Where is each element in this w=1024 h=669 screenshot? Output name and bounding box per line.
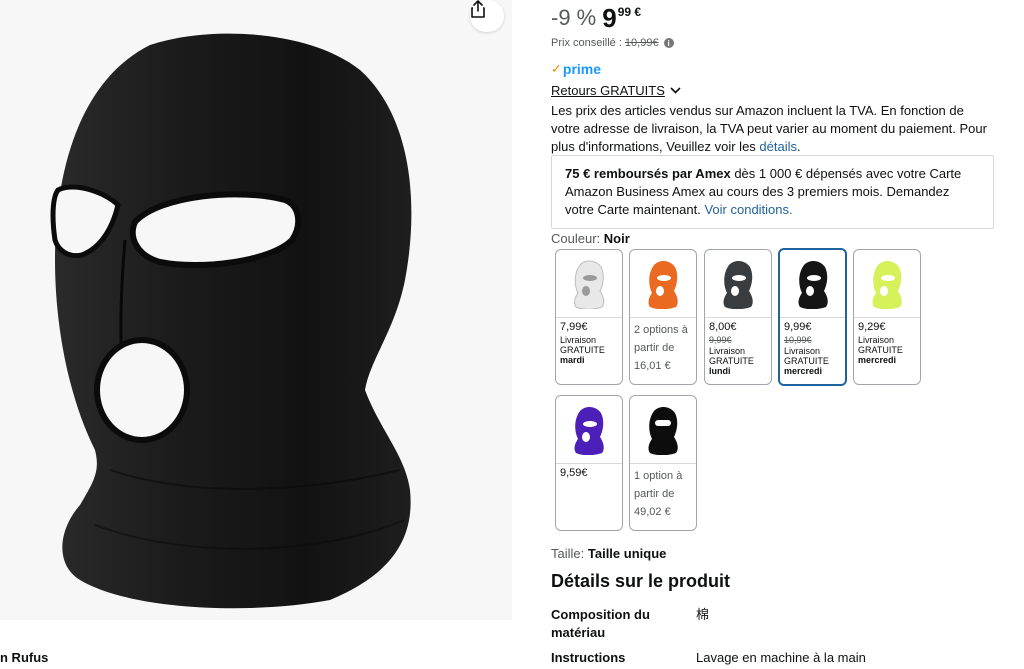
swatch-price: 9,59€ [560,467,588,479]
orange-balaclava-icon [648,260,678,309]
color-label-key: Couleur: [551,231,601,246]
swatch-price: 8,00€ [709,321,737,333]
swatch-thumbnail [556,250,622,318]
free-returns-label: Retours GRATUITS [551,83,665,98]
amex-offer-bold: 75 € remboursés par Amex [565,166,731,181]
share-icon [471,0,485,18]
color-swatch-orange[interactable]: 2 options à partir de 16,01 € [629,249,697,385]
color-swatch-black-one-hole[interactable]: 1 option à partir de 49,02 € [629,395,697,531]
swatch-options-price: 16,01 € [634,360,671,372]
price-whole: 9 [602,3,617,33]
swatch-thumbnail [630,250,696,318]
color-swatch-grey[interactable]: 8,00€ 9,99€ Livraison GRATUITE lundi [704,249,772,385]
swatch-delivery-day: mardi [560,355,585,365]
info-icon[interactable]: i [663,38,674,48]
swatch-info: 9,29€ Livraison GRATUITE mercredi [854,318,920,368]
swatch-info: 1 option à partir de 49,02 € [630,464,696,524]
black-balaclava-icon [798,260,828,309]
black-balaclava-one-hole-icon [648,406,678,455]
list-price-value: 10,99€ [624,37,659,49]
color-label-value: Noir [603,231,630,246]
swatch-thumbnail [854,250,920,318]
color-swatch-lime[interactable]: 9,29€ Livraison GRATUITE mercredi [853,249,921,385]
swatch-options-price: 49,02 € [634,506,671,518]
swatch-info: 2 options à partir de 16,01 € [630,318,696,378]
discount-percent: -9 % [551,5,597,30]
swatch-price: 9,99€ [784,321,812,333]
swatch-delivery-day: mercredi [784,366,823,376]
color-swatch-purple[interactable]: 9,59€ [555,395,623,531]
swatch-options: 2 options à [634,324,688,336]
spec-key-instructions: Instructions [551,650,626,665]
swatch-price: 9,29€ [858,321,886,333]
rufus-label[interactable]: n Rufus [0,650,48,665]
product-image-panel[interactable] [0,0,512,620]
swatch-options: 1 option à [634,470,683,482]
swatch-delivery: Livraison GRATUITE [709,346,754,366]
size-label-key: Taille: [551,546,585,561]
prime-label: prime [562,61,602,77]
swatch-info: 9,59€ [556,464,622,484]
swatch-delivery-day: lundi [709,366,731,376]
swatch-list-price: 10,99€ [784,335,812,345]
swatch-delivery: Livraison GRATUITE [858,335,903,355]
spec-value-instructions: Lavage en machine à la main [696,650,866,665]
swatch-price: 7,99€ [560,321,588,333]
chevron-down-icon [670,87,681,94]
purple-balaclava-icon [574,406,604,455]
spec-value-material: 棉 [696,607,710,622]
grey-balaclava-icon [723,260,753,309]
color-swatch-black-selected[interactable]: 9,99€ 10,99€ Livraison GRATUITE mercredi [778,248,847,386]
white-balaclava-icon [574,260,605,309]
free-returns-link[interactable]: Retours GRATUITS [551,83,681,98]
swatch-thumbnail [705,250,771,318]
amex-offer-box: 75 € remboursés par Amex dès 1 000 € dép… [551,155,994,229]
price-fraction: 99 € [617,5,642,19]
swatch-options-from: partir de [634,342,675,354]
swatch-thumbnail [780,250,845,318]
balaclava-product-image [50,33,412,609]
list-price: Prix conseillé : 10,99€ i [551,37,674,49]
prime-badge: ✓ prime [551,61,601,77]
product-details-title: Détails sur le produit [551,571,731,591]
color-swatch-white[interactable]: 7,99€ Livraison GRATUITE mardi [555,249,623,385]
color-label: Couleur: Noir [551,231,630,246]
share-button[interactable] [470,0,504,32]
swatch-thumbnail [556,396,622,464]
swatch-info: 7,99€ Livraison GRATUITE mardi [556,318,622,368]
prime-check-icon: ✓ [551,61,562,76]
list-price-label: Prix conseillé : [551,37,622,49]
tva-notice: Les prix des articles vendus sur Amazon … [551,102,996,156]
swatch-options-from: partir de [634,488,675,500]
swatch-list-price: 9,99€ [709,335,732,345]
tva-details-link[interactable]: détails [759,139,797,154]
tva-end: . [797,139,801,154]
amex-conditions-link[interactable]: Voir conditions. [704,202,792,217]
size-label: Taille: Taille unique [551,546,666,561]
swatch-delivery: Livraison GRATUITE [560,335,605,355]
swatch-thumbnail [630,396,696,464]
swatch-info: 9,99€ 10,99€ Livraison GRATUITE mercredi [780,318,845,379]
price-row: -9 % 9 99 € [551,4,641,32]
size-label-value: Taille unique [587,546,667,561]
lime-balaclava-icon [872,260,902,309]
swatch-info: 8,00€ 9,99€ Livraison GRATUITE lundi [705,318,771,379]
spec-key-material: Composition du matériau [551,607,650,640]
swatch-delivery: Livraison GRATUITE [784,346,829,366]
swatch-delivery-day: mercredi [858,355,897,365]
